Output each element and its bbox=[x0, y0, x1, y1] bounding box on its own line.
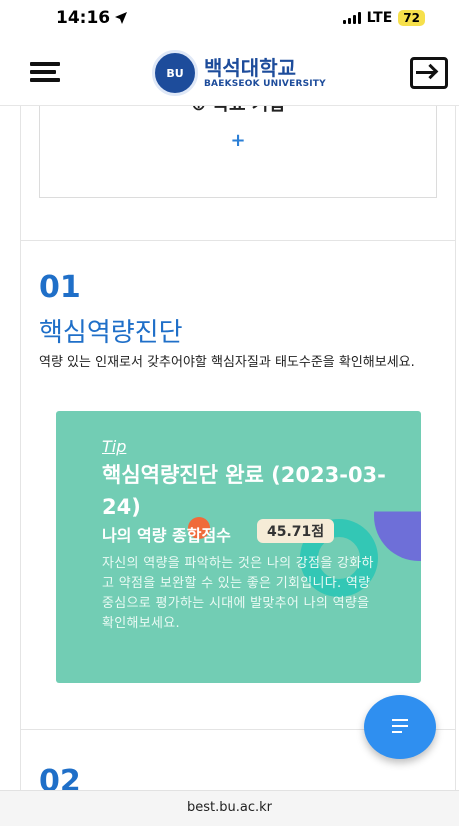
status-time-group: 14:16 bbox=[56, 8, 128, 28]
score-badge: 45.71점 bbox=[257, 519, 335, 543]
competency-section: 01 핵심역량진단 역량 있는 인재로서 갖추어야할 핵심자질과 태도수준을 확… bbox=[20, 240, 456, 730]
location-arrow-icon bbox=[115, 12, 128, 24]
score-label: 나의 역량 종합점수 bbox=[102, 526, 231, 545]
section-number-2: 02 bbox=[39, 764, 81, 790]
signal-icon bbox=[342, 12, 361, 24]
login-icon[interactable] bbox=[410, 57, 448, 89]
logo-emblem: BU bbox=[152, 50, 198, 96]
network-label: LTE bbox=[366, 10, 393, 26]
section-description: 역량 있는 인재로서 갖추어야할 핵심자질과 태도수준을 확인해보세요. bbox=[39, 355, 415, 370]
status-time: 14:16 bbox=[56, 8, 111, 28]
logo-text-group: 백석대학교 BAEKSEOK UNIVERSITY bbox=[204, 57, 326, 89]
url-bar[interactable]: best.bu.ac.kr bbox=[0, 790, 459, 826]
university-logo[interactable]: BU 백석대학교 BAEKSEOK UNIVERSITY bbox=[152, 50, 326, 96]
tip-label: Tip bbox=[102, 437, 127, 456]
section-title: 핵심역량진단 bbox=[39, 318, 183, 348]
document-lines-icon bbox=[392, 719, 408, 721]
status-right-group: LTE 72 bbox=[342, 10, 425, 26]
goal-card-title: ⊕ 목표 기입 bbox=[40, 106, 436, 116]
logo-text-korean: 백석대학교 bbox=[204, 56, 296, 80]
section-number: 01 bbox=[39, 270, 81, 305]
tip-body-text: 자신의 역량을 파악하는 것은 나의 강점을 강화하고 약점을 보완할 수 있는… bbox=[102, 556, 374, 631]
tip-card[interactable]: Tip 핵심역량진단 완료 (2023-03-24) 나의 역량 종합점수 45… bbox=[56, 411, 421, 683]
status-bar: 14:16 LTE 72 bbox=[0, 0, 459, 36]
battery-indicator: 72 bbox=[398, 10, 425, 26]
main-content[interactable]: ⊕ 목표 기입 + 01 핵심역량진단 역량 있는 인재로서 갖추어야할 핵심자… bbox=[0, 106, 459, 790]
add-goal-button[interactable]: + bbox=[40, 130, 436, 151]
tip-title: 핵심역량진단 완료 (2023-03-24) bbox=[102, 463, 386, 519]
app-header: BU 백석대학교 BAEKSEOK UNIVERSITY bbox=[0, 40, 459, 106]
hamburger-menu-icon[interactable] bbox=[30, 62, 60, 84]
goal-section: ⊕ 목표 기입 + bbox=[20, 106, 456, 241]
logo-text-english: BAEKSEOK UNIVERSITY bbox=[204, 79, 326, 89]
goal-card: ⊕ 목표 기입 + bbox=[39, 106, 437, 198]
floating-action-button[interactable] bbox=[364, 695, 436, 759]
